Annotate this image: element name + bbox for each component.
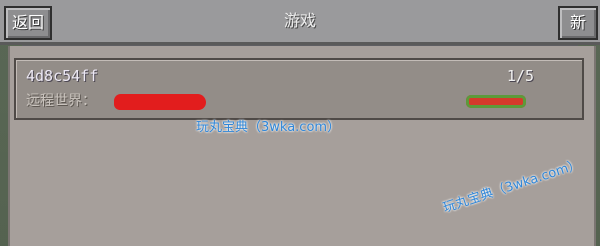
redaction-mark-owner: [114, 94, 206, 110]
remote-world-label: 远程世界：: [26, 93, 96, 109]
header-bar: 返回 游戏 新: [0, 0, 600, 45]
new-world-button[interactable]: 新: [558, 6, 598, 40]
player-count: 1/5: [506, 67, 534, 85]
back-button[interactable]: 返回: [4, 6, 52, 40]
redaction-mark-status: [466, 95, 526, 108]
world-name: 4d8c54ff: [26, 67, 99, 85]
page-title: 游戏: [283, 11, 316, 30]
world-entry[interactable]: 4d8c54ff 1/5 远程世界：: [14, 58, 584, 120]
watermark-text: 玩丸宝典（3wka.com）: [196, 120, 341, 135]
